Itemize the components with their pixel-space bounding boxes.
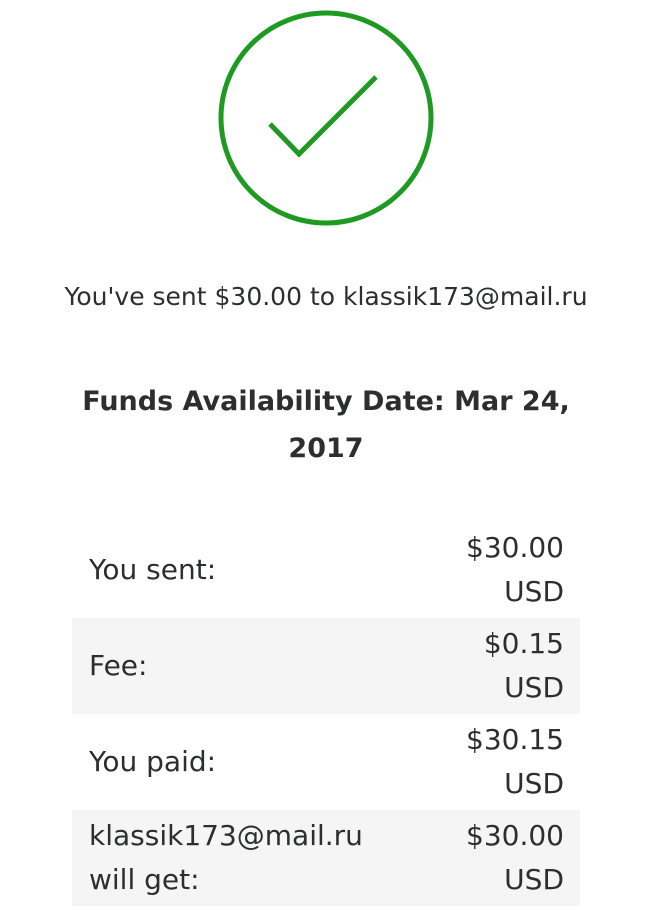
success-check-icon xyxy=(218,10,434,226)
summary-label: You sent: xyxy=(89,553,217,586)
summary-amount: $0.15 USD xyxy=(484,622,564,710)
summary-amount: $30.00 USD xyxy=(466,814,564,902)
recipient-email: klassik173@mail.ru xyxy=(89,819,363,852)
success-circle xyxy=(218,10,434,226)
summary-amount: $30.00 USD xyxy=(466,526,564,614)
funds-availability-date: Funds Availability Date: Mar 24, 2017 xyxy=(82,386,570,464)
summary-label: klassik173@mail.ru will get: xyxy=(89,814,389,902)
amount-currency: USD xyxy=(504,863,564,896)
recipient-gets-label: will get: xyxy=(89,863,200,896)
amount-value: $30.15 xyxy=(466,723,564,756)
amount-value: $30.00 xyxy=(466,531,564,564)
summary-label: Fee: xyxy=(89,649,148,682)
amount-value: $0.15 xyxy=(483,627,564,660)
amount-currency: USD xyxy=(504,671,564,704)
payment-summary-table: You sent: $30.00 USD Fee: $0.15 USD You … xyxy=(72,522,580,906)
summary-label: You paid: xyxy=(89,745,217,778)
amount-value: $30.00 xyxy=(466,819,564,852)
summary-row-recipient-gets: klassik173@mail.ru will get: $30.00 USD xyxy=(72,810,580,906)
summary-row-you-sent: You sent: $30.00 USD xyxy=(72,522,580,618)
summary-row-fee: Fee: $0.15 USD xyxy=(72,618,580,714)
amount-currency: USD xyxy=(504,575,564,608)
summary-amount: $30.15 USD xyxy=(466,718,564,806)
checkmark-circle-icon xyxy=(218,10,434,226)
sent-confirmation-text: You've sent $30.00 to klassik173@mail.ru xyxy=(64,282,588,311)
amount-currency: USD xyxy=(504,767,564,800)
checkmark-stroke xyxy=(268,75,378,158)
summary-row-you-paid: You paid: $30.15 USD xyxy=(72,714,580,810)
